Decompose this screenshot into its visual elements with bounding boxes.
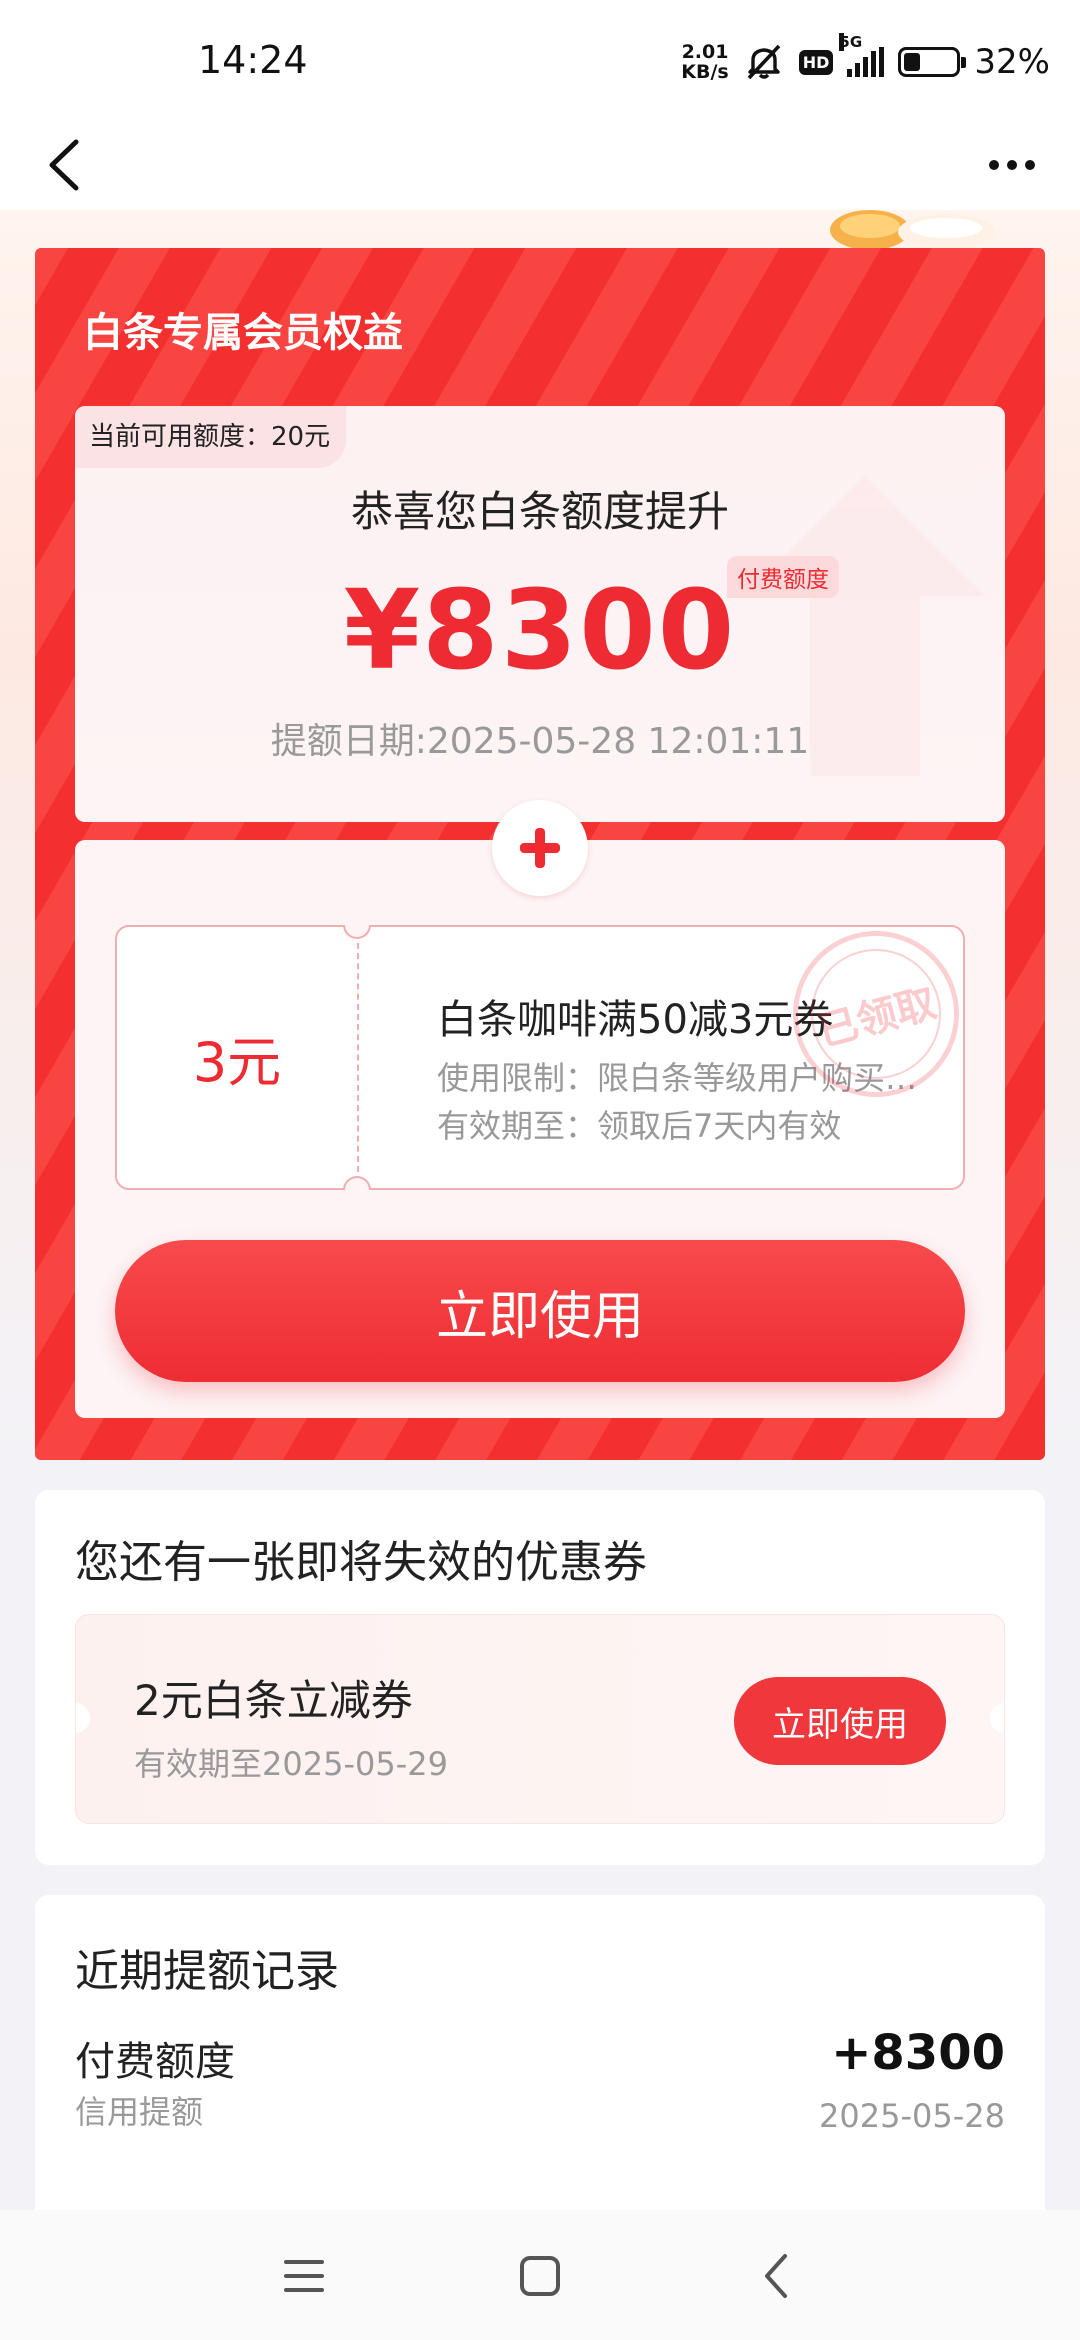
network-speed: 2.01 KB/s	[681, 42, 728, 82]
plus-icon	[492, 800, 588, 896]
home-button[interactable]	[500, 2244, 580, 2308]
more-dot	[1007, 160, 1017, 170]
more-button[interactable]	[972, 130, 1052, 200]
coupon-notch	[990, 1703, 1004, 1733]
chevron-left-icon	[49, 139, 79, 191]
status-time: 14:24	[198, 38, 308, 82]
expiring-coupon-name: 2元白条立减券	[134, 1676, 413, 1725]
coupon-divider	[357, 943, 359, 1172]
hd-icon: HD	[798, 49, 834, 75]
status-icons: 2.01 KB/s HD 5G 32%	[681, 33, 1050, 90]
coupon-notch	[76, 1703, 90, 1733]
signal-icon: 5G	[839, 33, 885, 77]
coupon-validity: 有效期至：领取后7天内有效	[437, 1107, 842, 1145]
network-type-label: 5G	[839, 33, 863, 51]
nav-bar	[0, 120, 1080, 210]
mascot-illustration	[830, 210, 994, 248]
menu-icon	[284, 2260, 324, 2292]
mute-icon	[743, 43, 785, 81]
system-nav-bar	[0, 2210, 1080, 2340]
record-name: 付费额度	[75, 2039, 235, 2085]
raise-date: 提额日期:2025-05-28 12:01:11	[270, 721, 810, 762]
battery-level	[904, 53, 921, 71]
menu-button[interactable]	[264, 2244, 344, 2308]
congrats-text: 恭喜您白条额度提升	[350, 487, 729, 536]
home-icon	[520, 2256, 560, 2296]
expiring-coupon[interactable]: 2元白条立减券 有效期至2025-05-29 立即使用	[75, 1614, 1005, 1824]
battery-percent: 32%	[974, 42, 1050, 82]
record-amount: +8300	[831, 2025, 1005, 2081]
credit-increase-panel: 当前可用额度：20元 恭喜您白条额度提升 ¥8300 付费额度 提额日期:202…	[75, 406, 1005, 822]
records-title: 近期提额记录	[75, 1946, 339, 1997]
back-button[interactable]	[34, 130, 94, 200]
credit-amount: ¥8300	[343, 566, 737, 694]
battery-icon	[898, 47, 967, 77]
status-bar: 14:24 2.01 KB/s HD 5G 32%	[0, 0, 1080, 120]
more-dot	[1025, 160, 1035, 170]
coupon-value: 3元	[192, 1031, 282, 1094]
network-speed-unit: KB/s	[681, 61, 729, 83]
credit-records-card: 近期提额记录 付费额度 信用提额 +8300 2025-05-28	[35, 1895, 1045, 2215]
expiring-coupon-date: 有效期至2025-05-29	[134, 1745, 448, 1783]
paid-credit-tag: 付费额度	[727, 556, 839, 598]
expiring-coupon-card: 您还有一张即将失效的优惠券 2元白条立减券 有效期至2025-05-29 立即使…	[35, 1490, 1045, 1865]
system-back-button[interactable]	[736, 2244, 816, 2308]
use-now-button[interactable]: 立即使用	[115, 1240, 965, 1382]
network-speed-value: 2.01	[681, 41, 729, 63]
record-date: 2025-05-28	[819, 2097, 1005, 2135]
coupon-panel: 3元 白条咖啡满50减3元券 使用限制：限白条等级用户购买指定商品 有效期至：领…	[75, 840, 1005, 1418]
expiring-use-now-button[interactable]: 立即使用	[734, 1677, 946, 1765]
more-dot	[989, 160, 999, 170]
coffee-coupon[interactable]: 3元 白条咖啡满50减3元券 使用限制：限白条等级用户购买指定商品 有效期至：领…	[115, 912, 978, 1190]
claimed-stamp-text: 已领取	[796, 934, 956, 1094]
member-benefits-card: 白条专属会员权益 当前可用额度：20元 恭喜您白条额度提升 ¥8300 付费额度…	[35, 248, 1045, 1460]
coupon-name: 白条咖啡满50减3元券	[437, 997, 834, 1043]
expiring-title: 您还有一张即将失效的优惠券	[75, 1537, 647, 1588]
record-type: 信用提额	[75, 2093, 204, 2131]
back-arrow-icon	[765, 2254, 787, 2298]
available-credit-tag: 当前可用额度：20元	[75, 406, 347, 468]
benefits-title: 白条专属会员权益	[83, 310, 403, 356]
